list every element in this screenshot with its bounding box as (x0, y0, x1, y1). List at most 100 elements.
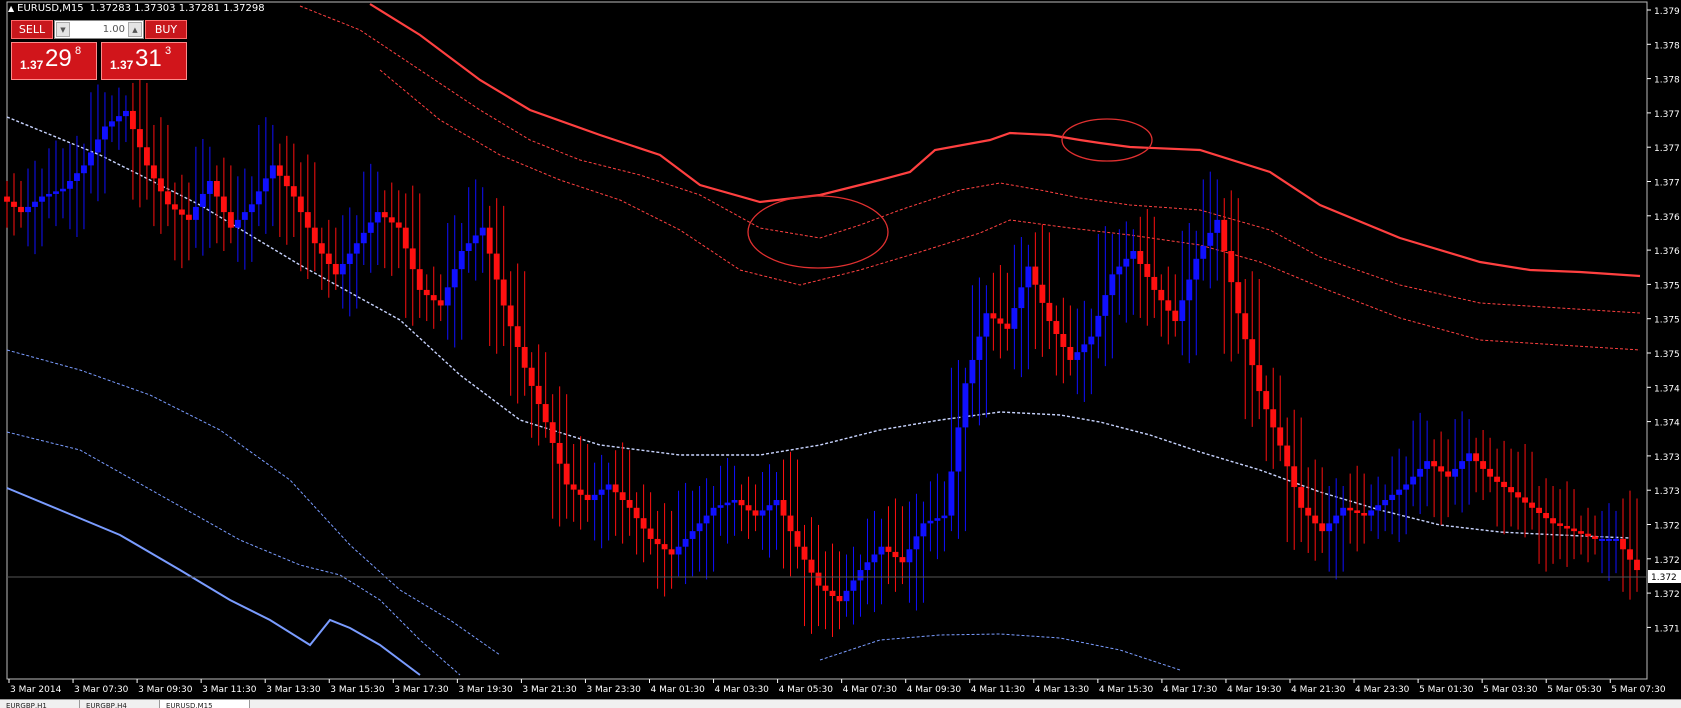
candle-body (493, 253, 500, 280)
candle-body (486, 227, 493, 254)
candle-body (1095, 315, 1102, 337)
time-tick-label: 5 Mar 01:30 (1419, 685, 1474, 695)
candle-body (1067, 346, 1074, 360)
time-tick-label: 4 Mar 13:30 (1035, 685, 1090, 695)
chart-area[interactable]: 1.379 1.378 1.378 1.377 1.377 1.377 1.376 1.376… (0, 0, 1681, 708)
buy-button[interactable]: BUY (145, 20, 187, 39)
candle-body (458, 251, 465, 270)
time-tick-label: 3 Mar 19:30 (458, 685, 513, 695)
candle-body (248, 204, 255, 213)
candle-body (241, 212, 248, 220)
candle-body (647, 528, 654, 539)
candle-body (1620, 538, 1626, 550)
candle-body (787, 515, 794, 532)
candle-body (710, 507, 717, 516)
candle-body (437, 300, 444, 306)
sell-button[interactable]: SELL (11, 20, 53, 39)
candle-body (220, 196, 227, 213)
candle-body (1179, 300, 1186, 322)
candle-body (906, 549, 913, 563)
candle-body (584, 494, 591, 501)
lot-size-value[interactable]: 1.00 (73, 21, 125, 38)
candle-body (836, 595, 843, 602)
buy-price-prefix: 1.37 (110, 58, 134, 72)
price-tick-label: 1.376 (1654, 213, 1680, 223)
candle-body (1599, 538, 1605, 541)
time-tick-label: 4 Mar 17:30 (1163, 685, 1218, 695)
candle-body (4, 196, 10, 202)
sell-price-button[interactable]: 1.37 29 8 (11, 42, 97, 80)
price-tick-label: 1.372 (1654, 590, 1680, 600)
upper-inner-band (379, 69, 1641, 351)
candle-body (724, 502, 731, 506)
candle-body (514, 326, 521, 347)
candle-body (157, 178, 164, 192)
price-tick-label: 1.371 (1654, 624, 1680, 634)
price-tick-label: 1.374 (1654, 384, 1680, 394)
candle-body (1081, 344, 1088, 353)
one-click-trade-panel: SELL ▼ 1.00 ▲ BUY 1.37 29 8 1.37 31 3 (11, 20, 187, 81)
buy-price-button[interactable]: 1.37 31 3 (101, 42, 187, 80)
lot-decrease-icon[interactable]: ▼ (56, 22, 70, 37)
candle-body (444, 287, 451, 306)
candle-body (598, 489, 605, 495)
price-tick-label: 1.378 (1654, 76, 1680, 86)
candle-body (150, 165, 157, 179)
collapse-triangle-icon[interactable]: ▲ (8, 4, 14, 13)
time-tick-label: 3 Mar 23:30 (586, 685, 641, 695)
candle-body (46, 193, 52, 197)
candle-body (346, 253, 353, 264)
candle-body (1046, 302, 1053, 322)
candle-body (88, 152, 94, 166)
candle-body (1060, 334, 1067, 347)
candle-body (927, 520, 934, 524)
candle-body (1032, 266, 1039, 285)
candle-body (1480, 461, 1487, 469)
candle-body (1361, 512, 1368, 516)
time-tick-label: 4 Mar 21:30 (1291, 685, 1346, 695)
time-tick-label: 3 Mar 15:30 (330, 685, 385, 695)
candle-body (1382, 500, 1389, 506)
candle-body (654, 538, 661, 545)
candle-body (332, 263, 339, 275)
candle-body (1578, 531, 1584, 534)
candle-body (997, 318, 1004, 324)
candle-body (102, 126, 108, 140)
symbol-label: EURUSD,M15 (17, 3, 84, 14)
candle-body (843, 590, 850, 602)
candle-body (696, 523, 703, 532)
candle-body (1298, 487, 1305, 508)
candle-body (717, 505, 724, 508)
candle-body (682, 538, 689, 547)
lot-size-field[interactable]: ▼ 1.00 ▲ (54, 20, 144, 39)
candle-body (626, 500, 633, 508)
price-tick-label: 1.377 (1654, 110, 1680, 120)
candle-body (269, 165, 276, 179)
lot-increase-icon[interactable]: ▲ (128, 22, 142, 37)
sell-price-fraction: 8 (75, 45, 82, 57)
candle-body (535, 385, 542, 405)
time-tick-label: 4 Mar 01:30 (651, 685, 706, 695)
candle-body (640, 518, 647, 529)
price-tick-label: 1.379 (1654, 7, 1680, 17)
ohlc-label: 1.37283 1.37303 1.37281 1.37298 (89, 3, 265, 14)
candle-body (1242, 313, 1249, 340)
candle-body (1018, 287, 1025, 309)
candle-body (668, 549, 675, 555)
candle-body (1375, 505, 1382, 511)
candle-body (752, 510, 759, 516)
candle-body (122, 110, 129, 117)
candle-body (1249, 339, 1256, 366)
candle-body (290, 186, 297, 197)
buy-price-pips: 31 (135, 45, 162, 72)
candle-body (318, 243, 325, 254)
price-chart[interactable]: 1.3791.3781.3781.3771.3771.3771.3761.376… (0, 0, 1681, 707)
candle-body (892, 551, 899, 558)
price-tick-label: 1.372 (1654, 522, 1680, 532)
candle-body (983, 313, 990, 337)
candle-body (1501, 481, 1508, 488)
candle-body (689, 531, 696, 539)
candle-body (18, 206, 24, 213)
candle-body (570, 484, 577, 490)
annotation-ellipse (747, 195, 889, 269)
